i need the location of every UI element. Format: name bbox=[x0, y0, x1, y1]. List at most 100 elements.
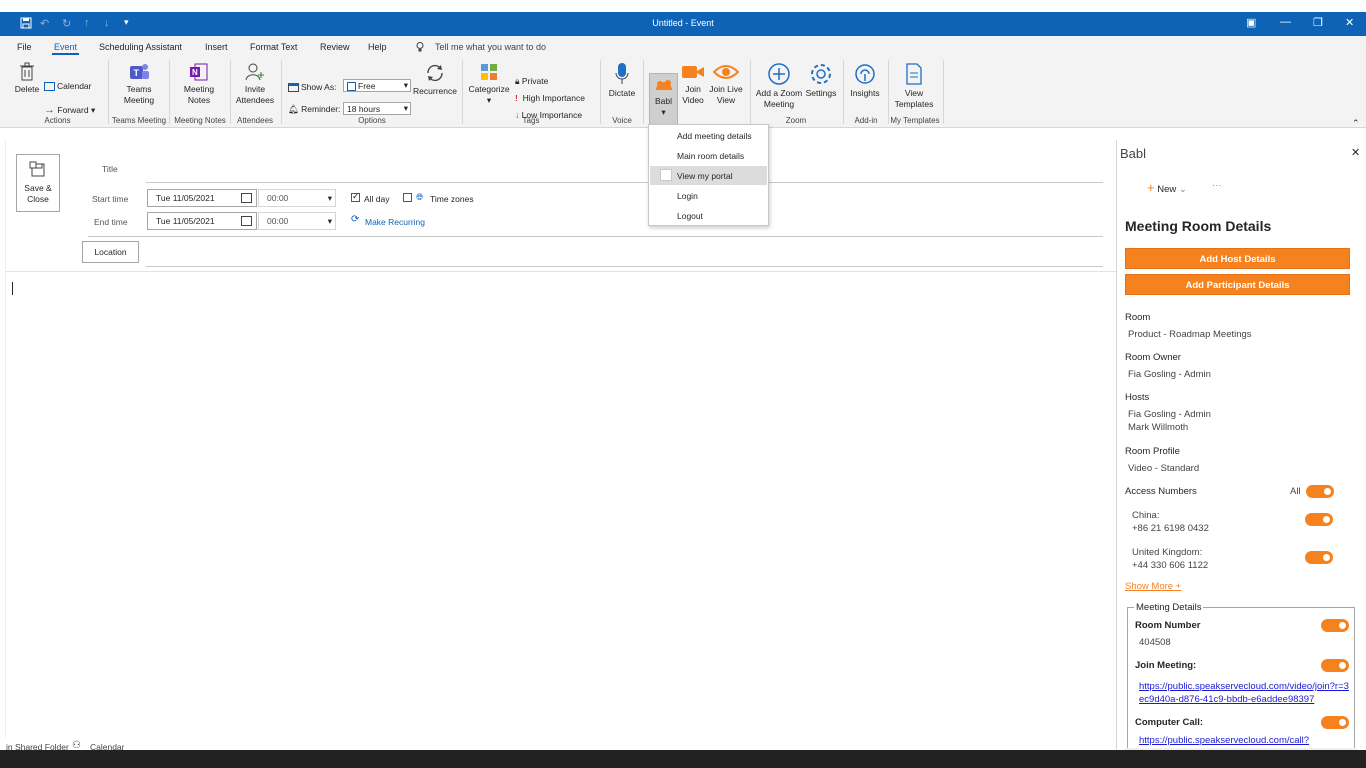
china-number-toggle[interactable] bbox=[1305, 513, 1333, 526]
event-form: Save & Close Title Start time Tue 11/05/… bbox=[6, 128, 1116, 758]
dictate-label: Dictate bbox=[608, 88, 636, 98]
join-live-view-button[interactable]: Join Live View bbox=[708, 62, 744, 106]
onenote-icon: N bbox=[190, 63, 208, 81]
time-zones-checkbox[interactable] bbox=[403, 193, 412, 202]
categorize-icon bbox=[481, 64, 497, 80]
separator bbox=[462, 60, 463, 124]
check-icon: ✓ bbox=[352, 191, 360, 201]
add-zoom-meeting-button[interactable]: Add a Zoom Meeting bbox=[754, 62, 804, 110]
taskbar-edge bbox=[0, 750, 1366, 768]
more-options-icon[interactable]: ··· bbox=[1212, 180, 1222, 191]
restore-icon[interactable]: ❐ bbox=[1313, 16, 1323, 29]
join-meeting-link[interactable]: https://public.speakservecloud.com/video… bbox=[1139, 680, 1353, 706]
delete-button[interactable]: Delete bbox=[13, 62, 41, 95]
categorize-button[interactable]: Categorize ▾ bbox=[467, 62, 511, 106]
recurrence-button[interactable]: Recurrence bbox=[412, 62, 458, 97]
reminder-select[interactable]: 18 hours ▾ bbox=[343, 102, 411, 115]
uk-number-toggle[interactable] bbox=[1305, 551, 1333, 564]
teams-meeting-button[interactable]: T Teams Meeting bbox=[114, 62, 164, 106]
separator bbox=[169, 60, 170, 124]
all-numbers-toggle[interactable] bbox=[1306, 485, 1334, 498]
title-input[interactable] bbox=[146, 158, 1103, 180]
separator bbox=[843, 60, 844, 124]
end-date-input[interactable]: Tue 11/05/2021 bbox=[147, 212, 257, 230]
minimize-icon[interactable]: — bbox=[1280, 16, 1291, 28]
add-host-details-button[interactable]: Add Host Details bbox=[1125, 248, 1350, 269]
group-label-voice: Voice bbox=[612, 116, 632, 125]
start-time-select[interactable]: 00:00 ▾ bbox=[258, 189, 336, 207]
gear-icon bbox=[811, 64, 831, 84]
new-button[interactable]: + New ⌄ bbox=[1147, 180, 1187, 195]
divider bbox=[146, 182, 1103, 183]
eye-icon bbox=[713, 65, 739, 79]
close-icon[interactable]: ✕ bbox=[1351, 146, 1360, 159]
babl-label: Babl bbox=[654, 96, 672, 106]
ribbon-display-icon[interactable]: ▣ bbox=[1246, 16, 1256, 29]
tab-help[interactable]: Help bbox=[368, 42, 387, 52]
tab-insert[interactable]: Insert bbox=[205, 42, 228, 52]
forward-button[interactable]: → Forward ▾ bbox=[44, 104, 95, 116]
time-zones-label: Time zones bbox=[430, 194, 474, 204]
location-input[interactable] bbox=[146, 241, 1103, 265]
computer-call-link[interactable]: https://public.speakservecloud.com/call? bbox=[1139, 734, 1353, 747]
trash-icon bbox=[20, 62, 34, 81]
location-button[interactable]: Location bbox=[82, 241, 139, 263]
close-icon[interactable]: ✕ bbox=[1345, 16, 1354, 29]
show-as-select[interactable]: Free ▾ bbox=[343, 79, 411, 92]
tab-event[interactable]: Event bbox=[54, 42, 77, 52]
templates-icon bbox=[906, 63, 922, 85]
room-label: Room bbox=[1125, 312, 1151, 323]
start-date-input[interactable]: Tue 11/05/2021 bbox=[147, 189, 257, 207]
chevron-down-icon: ▾ bbox=[486, 95, 492, 105]
menu-item-add-meeting-details[interactable]: Add meeting details bbox=[650, 126, 767, 145]
title-label: Title bbox=[102, 164, 118, 174]
start-date-value: Tue 11/05/2021 bbox=[156, 193, 215, 203]
all-day-checkbox[interactable]: ✓ bbox=[351, 191, 360, 202]
group-label-tags: Tags bbox=[522, 116, 540, 125]
menu-item-view-my-portal[interactable]: View my portal bbox=[650, 166, 767, 185]
free-swatch bbox=[347, 82, 356, 92]
reminder-value: 18 hours bbox=[347, 104, 381, 114]
high-importance-button[interactable]: ! High Importance bbox=[515, 93, 585, 103]
insights-button[interactable]: Insights bbox=[848, 62, 882, 99]
add-participant-details-button[interactable]: Add Participant Details bbox=[1125, 274, 1350, 295]
make-recurring-link[interactable]: Make Recurring bbox=[365, 217, 425, 227]
insights-icon bbox=[855, 64, 875, 84]
tell-me-search[interactable]: Tell me what you want to do bbox=[435, 42, 546, 52]
menu-item-main-room-details[interactable]: Main room details bbox=[650, 146, 767, 165]
group-label-my-templates: My Templates bbox=[890, 116, 940, 125]
join-video-button[interactable]: Join Video bbox=[680, 62, 706, 106]
calendar-icon[interactable] bbox=[241, 193, 252, 203]
collapse-ribbon-icon[interactable]: ⌃ bbox=[1352, 118, 1360, 129]
dictate-button[interactable]: Dictate bbox=[605, 62, 639, 99]
computer-call-toggle[interactable] bbox=[1321, 716, 1349, 729]
tab-file[interactable]: File bbox=[17, 42, 32, 52]
save-close-button[interactable]: Save & Close bbox=[16, 154, 60, 212]
invite-attendees-button[interactable]: Invite Attendees bbox=[234, 62, 276, 106]
babl-button[interactable]: Babl ▾ bbox=[649, 73, 678, 125]
private-label: Private bbox=[521, 76, 549, 86]
menu-item-logout[interactable]: Logout bbox=[650, 206, 767, 225]
add-person-icon bbox=[245, 63, 264, 81]
end-time-select[interactable]: 00:00 ▾ bbox=[258, 212, 336, 230]
tab-review[interactable]: Review bbox=[320, 42, 350, 52]
tab-scheduling-assistant[interactable]: Scheduling Assistant bbox=[99, 42, 182, 52]
calendar-icon[interactable] bbox=[241, 216, 252, 226]
calendar-button[interactable]: Calendar bbox=[44, 81, 92, 92]
delete-label: Delete bbox=[14, 84, 40, 94]
room-number-toggle[interactable] bbox=[1321, 619, 1349, 632]
private-button[interactable]: 🔒︎ Private bbox=[515, 76, 548, 87]
zoom-settings-label: Settings bbox=[805, 88, 837, 98]
zoom-settings-button[interactable]: Settings bbox=[804, 62, 838, 99]
tab-format-text[interactable]: Format Text bbox=[250, 42, 297, 52]
view-templates-button[interactable]: View Templates bbox=[892, 62, 936, 110]
globe-icon: 🌐︎ bbox=[416, 192, 424, 202]
join-meeting-toggle[interactable] bbox=[1321, 659, 1349, 672]
join-live-view-label: Join Live View bbox=[709, 84, 743, 105]
show-more-link[interactable]: Show More + bbox=[1125, 581, 1181, 592]
event-body-editor[interactable] bbox=[6, 274, 1111, 744]
room-profile-value: Video - Standard bbox=[1128, 463, 1200, 474]
menu-item-login[interactable]: Login bbox=[650, 186, 767, 205]
divider bbox=[6, 271, 1116, 272]
meeting-notes-button[interactable]: N Meeting Notes bbox=[178, 62, 220, 106]
